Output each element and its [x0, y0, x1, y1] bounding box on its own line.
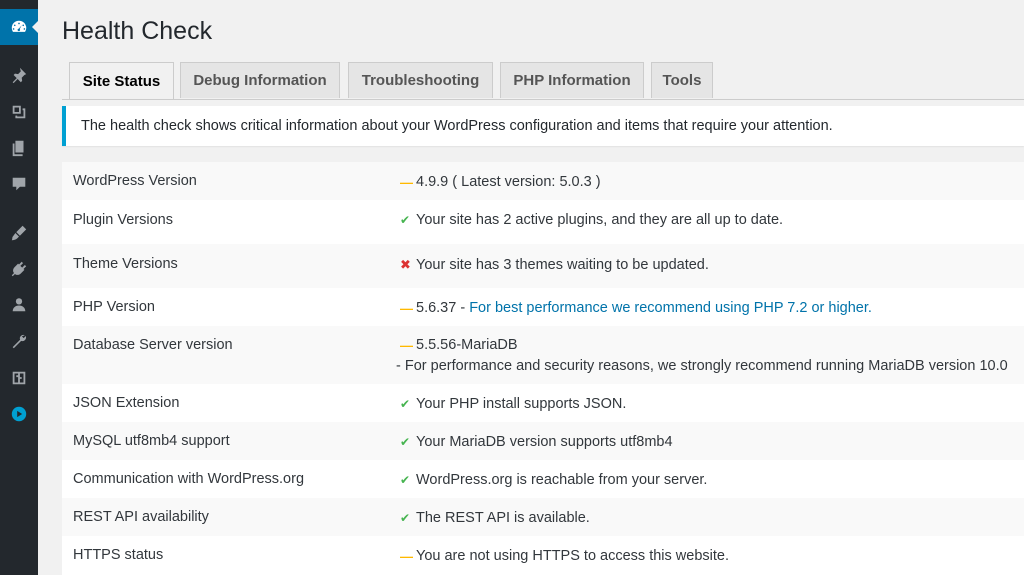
tab-tools[interactable]: Tools	[651, 62, 713, 98]
comments-icon[interactable]	[0, 166, 38, 202]
row-text: WordPress.org is reachable from your ser…	[416, 472, 708, 488]
table-row: Theme Versions ✖ Your site has 3 themes …	[62, 244, 1024, 288]
row-value: ✔ Your PHP install supports JSON.	[400, 396, 626, 412]
row-value: — 4.9.9 ( Latest version: 5.0.3 )	[400, 174, 601, 190]
row-value: ✔ WordPress.org is reachable from your s…	[400, 472, 707, 488]
row-label: JSON Extension	[73, 395, 180, 411]
notice-text: The health check shows critical informat…	[81, 118, 833, 134]
row-text: Your site has 3 themes waiting to be upd…	[416, 257, 709, 273]
row-value: — You are not using HTTPS to access this…	[400, 548, 729, 564]
row-value: — 5.6.37 - For best performance we recom…	[400, 300, 872, 316]
row-label: WordPress Version	[73, 173, 197, 189]
check-icon: ✔	[400, 435, 411, 449]
table-row: MySQL utf8mb4 support ✔ Your MariaDB ver…	[62, 422, 1024, 460]
warning-icon: —	[400, 337, 413, 353]
warning-icon: —	[400, 174, 413, 190]
tab-troubleshooting[interactable]: Troubleshooting	[348, 62, 493, 98]
table-row: HTTPS status — You are not using HTTPS t…	[62, 536, 1024, 575]
row-detail: - For performance and security reasons, …	[396, 358, 1008, 374]
appearance-icon[interactable]	[0, 215, 38, 251]
dashboard-icon[interactable]	[0, 9, 39, 45]
row-text: 5.5.56-MariaDB	[416, 337, 518, 353]
row-label: Database Server version	[73, 337, 233, 353]
php-recommendation-link[interactable]: For best performance we recommend using …	[469, 300, 872, 316]
settings-icon[interactable]	[0, 360, 38, 396]
play-icon[interactable]	[0, 396, 38, 432]
tools-icon[interactable]	[0, 323, 38, 359]
row-text: Your site has 2 active plugins, and they…	[416, 212, 784, 228]
row-value: ✔ The REST API is available.	[400, 510, 590, 526]
row-text: Your MariaDB version supports utf8mb4	[416, 434, 673, 450]
table-row: Database Server version — 5.5.56-MariaDB…	[62, 326, 1024, 384]
row-text: You are not using HTTPS to access this w…	[416, 548, 729, 564]
row-value: ✔ Your MariaDB version supports utf8mb4	[400, 434, 673, 450]
table-row: REST API availability ✔ The REST API is …	[62, 498, 1024, 536]
row-label: HTTPS status	[73, 547, 164, 563]
pin-icon[interactable]	[0, 57, 38, 93]
warning-icon: —	[400, 548, 413, 564]
warning-icon: —	[400, 300, 413, 316]
check-icon: ✔	[400, 213, 411, 227]
row-text: Your PHP install supports JSON.	[416, 396, 627, 412]
check-icon: ✔	[400, 397, 411, 411]
table-row: Plugin Versions ✔ Your site has 2 active…	[62, 200, 1024, 244]
row-text: 5.6.37 -	[416, 300, 470, 316]
row-text: The REST API is available.	[416, 510, 590, 526]
tab-divider	[62, 99, 1024, 100]
tab-site-status[interactable]: Site Status	[69, 62, 174, 100]
tab-php-information[interactable]: PHP Information	[500, 62, 644, 98]
plugins-icon[interactable]	[0, 251, 38, 287]
media-icon[interactable]	[0, 94, 38, 130]
row-value: — 5.5.56-MariaDB	[400, 337, 518, 353]
row-label: Communication with WordPress.org	[73, 471, 305, 487]
table-row: PHP Version — 5.6.37 - For best performa…	[62, 288, 1024, 326]
tab-debug-information[interactable]: Debug Information	[180, 62, 340, 98]
row-label: REST API availability	[73, 509, 209, 525]
check-icon: ✔	[400, 473, 411, 487]
row-label: Theme Versions	[73, 256, 178, 272]
table-row: Communication with WordPress.org ✔ WordP…	[62, 460, 1024, 498]
row-value: ✖ Your site has 3 themes waiting to be u…	[400, 257, 709, 273]
row-label: PHP Version	[73, 299, 155, 315]
info-notice: The health check shows critical informat…	[62, 106, 1024, 146]
row-label: Plugin Versions	[73, 212, 173, 228]
admin-sidebar	[0, 0, 39, 575]
row-value: ✔ Your site has 2 active plugins, and th…	[400, 212, 783, 228]
table-row: WordPress Version — 4.9.9 ( Latest versi…	[62, 162, 1024, 200]
row-text: 4.9.9 ( Latest version: 5.0.3 )	[416, 174, 601, 190]
table-row: JSON Extension ✔ Your PHP install suppor…	[62, 384, 1024, 422]
pages-icon[interactable]	[0, 130, 38, 166]
error-x-icon: ✖	[400, 257, 411, 272]
row-label: MySQL utf8mb4 support	[73, 433, 230, 449]
page-title: Health Check	[62, 17, 213, 45]
check-icon: ✔	[400, 511, 411, 525]
users-icon[interactable]	[0, 287, 38, 323]
